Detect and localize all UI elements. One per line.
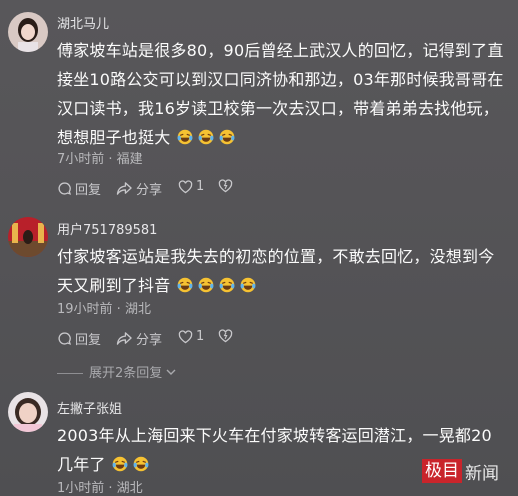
share-arrow-icon — [116, 332, 132, 345]
emoji-group — [111, 455, 153, 474]
comment-line: 天又刷到了抖音 — [57, 276, 171, 295]
comment-line: 几年了 — [57, 455, 106, 474]
chevron-down-icon — [166, 369, 176, 375]
laughing-crying-emoji — [198, 273, 214, 293]
share-button[interactable]: 分享 — [116, 179, 162, 198]
avatar[interactable] — [8, 392, 48, 432]
laughing-crying-emoji — [240, 273, 256, 293]
laughing-crying-emoji — [219, 273, 235, 293]
expand-replies-label: 展开2条回复 — [89, 366, 163, 381]
share-label: 分享 — [136, 183, 163, 198]
comment-line: 傅家坡车站是很多80，90后曾经上武汉人的回忆，记得到了直 — [57, 41, 504, 60]
comment-text: 付家坡客运站是我失去的初恋的位置，不敢去回忆，没想到今 天又刷到了抖音 — [57, 242, 514, 300]
emoji-group — [176, 128, 239, 147]
dislike-button[interactable] — [218, 179, 233, 193]
comment-line: 汉口读书，我16岁读卫校第一次去汉口，带着弟弟去找他玩， — [57, 99, 499, 118]
like-count: 1 — [196, 179, 205, 194]
watermark-text: 新闻 — [465, 463, 499, 484]
heart-icon — [178, 179, 193, 193]
laughing-crying-emoji — [177, 125, 193, 145]
like-button[interactable]: 1 — [178, 179, 204, 194]
share-label: 分享 — [136, 333, 163, 348]
avatar[interactable] — [8, 12, 48, 52]
laughing-crying-emoji — [219, 125, 235, 145]
share-button[interactable]: 分享 — [116, 329, 162, 348]
like-button[interactable]: 1 — [178, 329, 204, 344]
reply-label: 回复 — [75, 333, 102, 348]
comment-line-with-emoji: 天又刷到了抖音 — [57, 271, 514, 300]
heart-icon — [178, 329, 193, 343]
share-arrow-icon — [116, 182, 132, 195]
comment-meta: 7小时前 · 福建 — [57, 152, 143, 167]
news-watermark-logo: 极目 新闻 — [422, 458, 499, 484]
laughing-crying-emoji — [112, 452, 128, 472]
reply-bubble-icon — [58, 332, 72, 345]
reply-bubble-icon — [58, 182, 72, 195]
expand-replies-button[interactable]: 展开2条回复 — [57, 362, 176, 381]
laughing-crying-emoji — [133, 452, 149, 472]
watermark-red-text: 极目 — [422, 459, 462, 483]
comment-text: 傅家坡车站是很多80，90后曾经上武汉人的回忆，记得到了直 接坐10路公交可以到… — [57, 36, 514, 152]
reply-label: 回复 — [75, 183, 102, 198]
comment-line: 2003年从上海回来下火车在付家坡转客运回潜江，一晃都20 — [57, 426, 492, 445]
reply-button[interactable]: 回复 — [57, 179, 101, 198]
broken-heart-icon — [218, 329, 233, 343]
broken-heart-icon — [218, 179, 233, 193]
username[interactable]: 湖北马儿 — [57, 13, 109, 32]
divider — [57, 373, 83, 374]
comment-line: 接坐10路公交可以到汉口同济协和那边，03年那时候我哥哥在 — [57, 70, 504, 89]
dislike-button[interactable] — [218, 329, 233, 343]
avatar[interactable] — [8, 217, 48, 257]
username[interactable]: 用户751789581 — [57, 219, 157, 238]
reply-button[interactable]: 回复 — [57, 329, 101, 348]
comment-line: 付家坡客运站是我失去的初恋的位置，不敢去回忆，没想到今 — [57, 247, 495, 266]
like-count: 1 — [196, 329, 205, 344]
username[interactable]: 左撇子张姐 — [57, 398, 122, 417]
comment-meta: 1小时前 · 湖北 — [57, 481, 143, 496]
emoji-group — [176, 276, 260, 295]
laughing-crying-emoji — [198, 125, 214, 145]
laughing-crying-emoji — [177, 273, 193, 293]
comment-line: 想想胆子也挺大 — [57, 128, 171, 147]
comment-meta: 19小时前 · 湖北 — [57, 302, 151, 317]
